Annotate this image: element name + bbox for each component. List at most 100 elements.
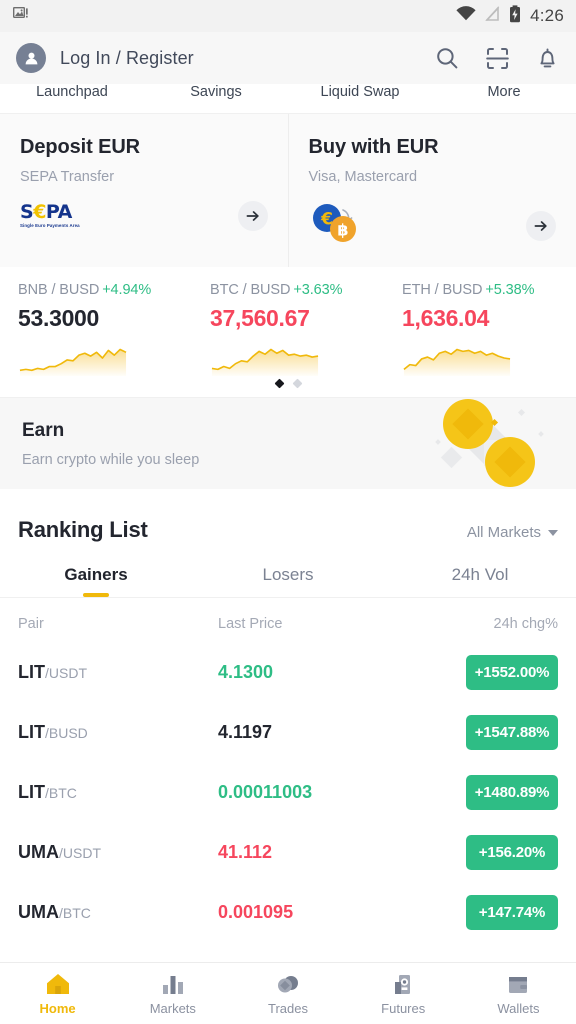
table-header: Pair Last Price 24h chg%	[0, 598, 576, 642]
row-last-price: 41.112	[218, 841, 273, 862]
sepa-logo: S€PA Single Euro Payments Area	[20, 203, 80, 228]
ticker-header: BTC / BUSD +3.63%	[210, 281, 384, 299]
row-base-asset: LIT	[18, 661, 45, 682]
header-actions	[434, 45, 560, 71]
quick-link-label: Liquid Swap	[320, 84, 400, 100]
ticker-carousel[interactable]: BNB / BUSD +4.94% 53.3000 BTC / BUSD +3.63…	[0, 267, 576, 376]
table-row[interactable]: LIT/BTC 0.00011003 +1480.89%	[0, 762, 576, 822]
bar-chart-icon	[162, 975, 183, 994]
quick-link-liquid-swap[interactable]: Liquid Swap	[288, 84, 432, 101]
quick-link-label: Launchpad	[36, 84, 108, 100]
scan-qr-icon[interactable]	[484, 45, 510, 71]
market-filter-dropdown[interactable]: All Markets	[467, 524, 558, 541]
sepa-logo-s: S	[20, 201, 34, 224]
quick-link-label: Savings	[190, 84, 242, 100]
row-last-price: 0.00011003	[218, 781, 313, 802]
nav-item-wallets[interactable]: Wallets	[461, 972, 576, 1016]
ticker-change: +5.38%	[485, 282, 535, 298]
tab-active-indicator	[83, 593, 109, 597]
row-quote-asset: /USDT	[59, 844, 101, 861]
market-filter-label: All Markets	[466, 524, 541, 541]
futures-icon	[395, 974, 411, 994]
earn-banner[interactable]: Earn Earn crypto while you sleep	[0, 397, 576, 489]
bell-icon[interactable]	[534, 45, 560, 71]
nav-label: Home	[39, 1000, 76, 1016]
row-change-cell: +156.20%	[448, 834, 558, 870]
quick-link-launchpad[interactable]: Launchpad	[0, 84, 144, 101]
quick-link-savings[interactable]: Savings	[144, 84, 288, 101]
table-row[interactable]: LIT/BUSD 4.1197 +1547.88%	[0, 702, 576, 762]
search-icon[interactable]	[434, 45, 460, 71]
ticker-price: 53.3000	[18, 305, 100, 331]
tab-label: 24h Vol	[451, 565, 509, 584]
login-register-label[interactable]: Log In / Register	[60, 48, 194, 69]
nav-item-markets[interactable]: Markets	[115, 972, 230, 1016]
status-badge: +1547.88%	[466, 714, 558, 750]
ticker-eth-busd[interactable]: ETH / BUSD +5.38% 1,636.04	[384, 281, 576, 376]
deposit-arrow-button[interactable]	[237, 201, 268, 231]
sepa-logo-pa: PA	[45, 201, 72, 224]
card-footer: € ฿	[309, 201, 556, 250]
ranking-rows: LIT/USDT 4.1300 +1552.00% LIT/BUSD 4.119…	[0, 642, 576, 942]
status-bar-clock: 4:26	[530, 6, 564, 25]
carousel-dot-active[interactable]	[274, 378, 284, 389]
image-notification-icon	[12, 5, 29, 27]
ticker-pair: BTC / BUSD	[210, 282, 291, 298]
nav-item-trades[interactable]: Trades	[230, 972, 345, 1016]
sparkline-chart	[403, 348, 511, 376]
bottom-navigation: Home Markets Trades Futures Wallets	[0, 962, 576, 1024]
home-icon	[46, 973, 69, 994]
nav-item-futures[interactable]: Futures	[346, 972, 461, 1016]
ticker-price: 37,560.67	[210, 305, 310, 331]
table-row[interactable]: UMA/BTC 0.001095 +147.74%	[0, 882, 576, 942]
card-subtitle: SEPA Transfer	[20, 169, 115, 185]
carousel-dot[interactable]	[292, 378, 302, 389]
quick-link-more[interactable]: More	[432, 84, 576, 101]
status-badge: +1552.00%	[466, 654, 558, 690]
arrow-right-icon	[534, 220, 547, 231]
row-base-asset: UMA	[18, 841, 59, 862]
coins-art-icon	[426, 398, 566, 489]
trades-icon	[278, 975, 298, 992]
status-bar-left	[12, 5, 29, 27]
quick-link-label: More	[487, 84, 521, 100]
deposit-eur-card[interactable]: Deposit EUR SEPA Transfer S€PA Single Eu…	[0, 114, 288, 267]
carousel-pagination[interactable]	[0, 376, 576, 397]
nav-item-home[interactable]: Home	[0, 972, 115, 1016]
tab-label: Gainers	[64, 565, 128, 584]
status-bar: 4:26	[0, 0, 576, 32]
avatar[interactable]	[16, 43, 46, 73]
card-title: Deposit EUR	[20, 136, 141, 158]
tab-label: Losers	[262, 565, 314, 584]
tab-gainers[interactable]: Gainers	[0, 565, 192, 597]
table-row[interactable]: UMA/USDT 41.112 +156.20%	[0, 822, 576, 882]
row-change-cell: +1480.89%	[448, 774, 558, 810]
wifi-icon	[456, 6, 476, 26]
card-footer: S€PA Single Euro Payments Area	[20, 201, 268, 231]
ticker-pair: ETH / BUSD	[402, 282, 483, 298]
ticker-change: +3.63%	[293, 282, 343, 298]
sparkline-chart	[211, 348, 319, 376]
nav-label: Wallets	[497, 1000, 540, 1016]
column-header-pair: Pair	[18, 616, 44, 632]
sepa-logo-euro: €	[33, 201, 46, 224]
arrow-right-icon	[246, 211, 259, 221]
nav-label: Futures	[381, 1000, 426, 1016]
ranking-tabs: Gainers Losers 24h Vol	[0, 565, 576, 598]
ticker-bnb-busd[interactable]: BNB / BUSD +4.94% 53.3000	[0, 281, 192, 376]
buy-with-eur-card[interactable]: Buy with EUR Visa, Mastercard € ฿	[287, 114, 576, 267]
column-header-24h-change: 24h chg%	[493, 616, 559, 632]
row-base-asset: UMA	[18, 901, 59, 922]
card-subtitle: Visa, Mastercard	[308, 169, 418, 185]
wallet-icon	[509, 976, 528, 993]
ticker-price: 1,636.04	[402, 305, 490, 331]
buy-arrow-button[interactable]	[526, 210, 556, 241]
ticker-btc-busd[interactable]: BTC / BUSD +3.63% 37,560.67	[192, 281, 384, 376]
app-header: Log In / Register	[0, 32, 576, 84]
chevron-down-icon	[548, 529, 558, 536]
table-row[interactable]: LIT/USDT 4.1300 +1552.00%	[0, 642, 576, 702]
tab-losers[interactable]: Losers	[192, 565, 384, 597]
sepa-logo-subtitle: Single Euro Payments Area	[20, 223, 80, 229]
row-quote-asset: /BUSD	[45, 724, 88, 741]
tab-24h-vol[interactable]: 24h Vol	[384, 565, 576, 597]
